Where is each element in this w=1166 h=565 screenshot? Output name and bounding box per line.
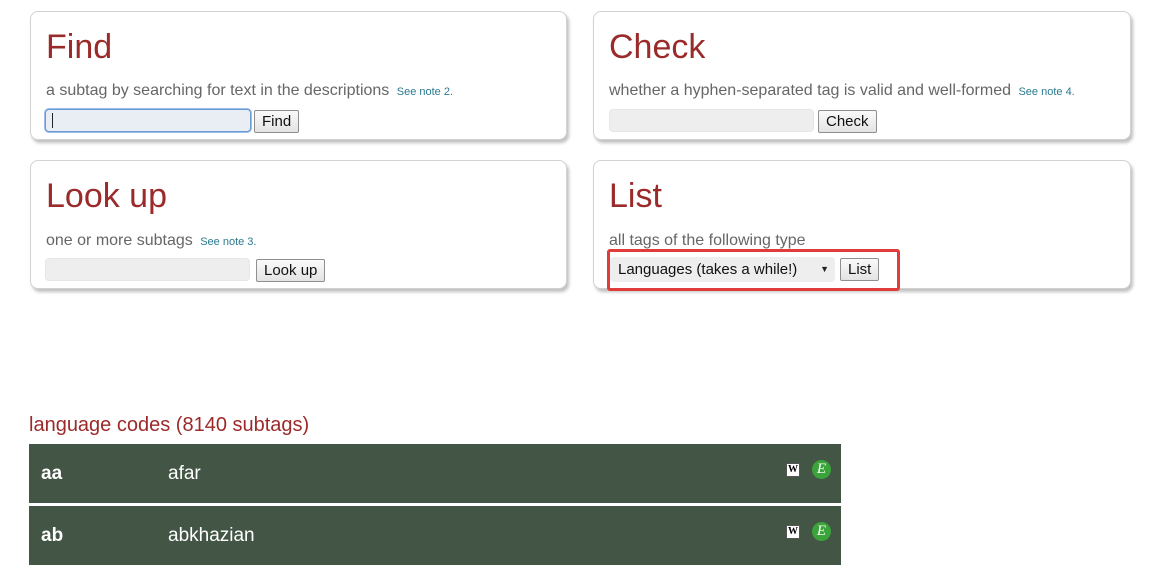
table-row: aa afar W E [29,444,841,503]
list-type-select[interactable]: Languages (takes a while!) ▼ [610,257,835,282]
lookup-button[interactable]: Look up [256,259,326,282]
check-description-text: whether a hyphen-separated tag is valid … [609,82,1012,99]
wikipedia-icon[interactable]: W [786,463,800,477]
check-description: whether a hyphen-separated tag is valid … [609,80,1075,103]
find-button[interactable]: Find [254,110,300,133]
results-heading: language codes (8140 subtags) [29,414,310,436]
subtag-code: ab [41,525,64,546]
lookup-card: Look up one or more subtags See note 3. … [30,160,567,289]
subtag-name: abkhazian [168,525,255,546]
list-type-selected-value: Languages (takes a while!) [618,261,798,278]
table-row: ab abkhazian W E [29,506,841,565]
check-card: Check whether a hyphen-separated tag is … [593,11,1131,140]
check-note-link[interactable]: See note 4. [1018,86,1074,98]
chevron-down-icon: ▼ [820,264,829,274]
find-description-text: a subtag by searching for text in the de… [46,82,390,99]
text-caret [52,113,53,128]
subtag-code: aa [41,463,63,484]
find-note-link[interactable]: See note 2. [397,86,453,98]
check-tag-input[interactable] [609,109,814,132]
wikipedia-icon[interactable]: W [786,525,800,539]
list-button[interactable]: List [840,258,880,281]
ethnologue-icon[interactable]: E [812,522,831,541]
find-card: Find a subtag by searching for text in t… [30,11,567,140]
ethnologue-icon[interactable]: E [812,460,831,479]
find-title: Find [46,28,113,66]
lookup-description: one or more subtags See note 3. [46,230,256,253]
lookup-subtags-input[interactable] [45,258,250,281]
lookup-description-text: one or more subtags [46,232,193,249]
list-card: List all tags of the following type Lang… [593,160,1131,291]
list-title: List [609,177,662,215]
check-button[interactable]: Check [818,110,877,133]
find-description: a subtag by searching for text in the de… [46,80,453,103]
lookup-note-link[interactable]: See note 3. [200,236,256,248]
lookup-title: Look up [46,177,167,215]
check-title: Check [609,28,706,66]
find-search-input[interactable] [45,109,251,132]
subtag-name: afar [168,463,201,484]
